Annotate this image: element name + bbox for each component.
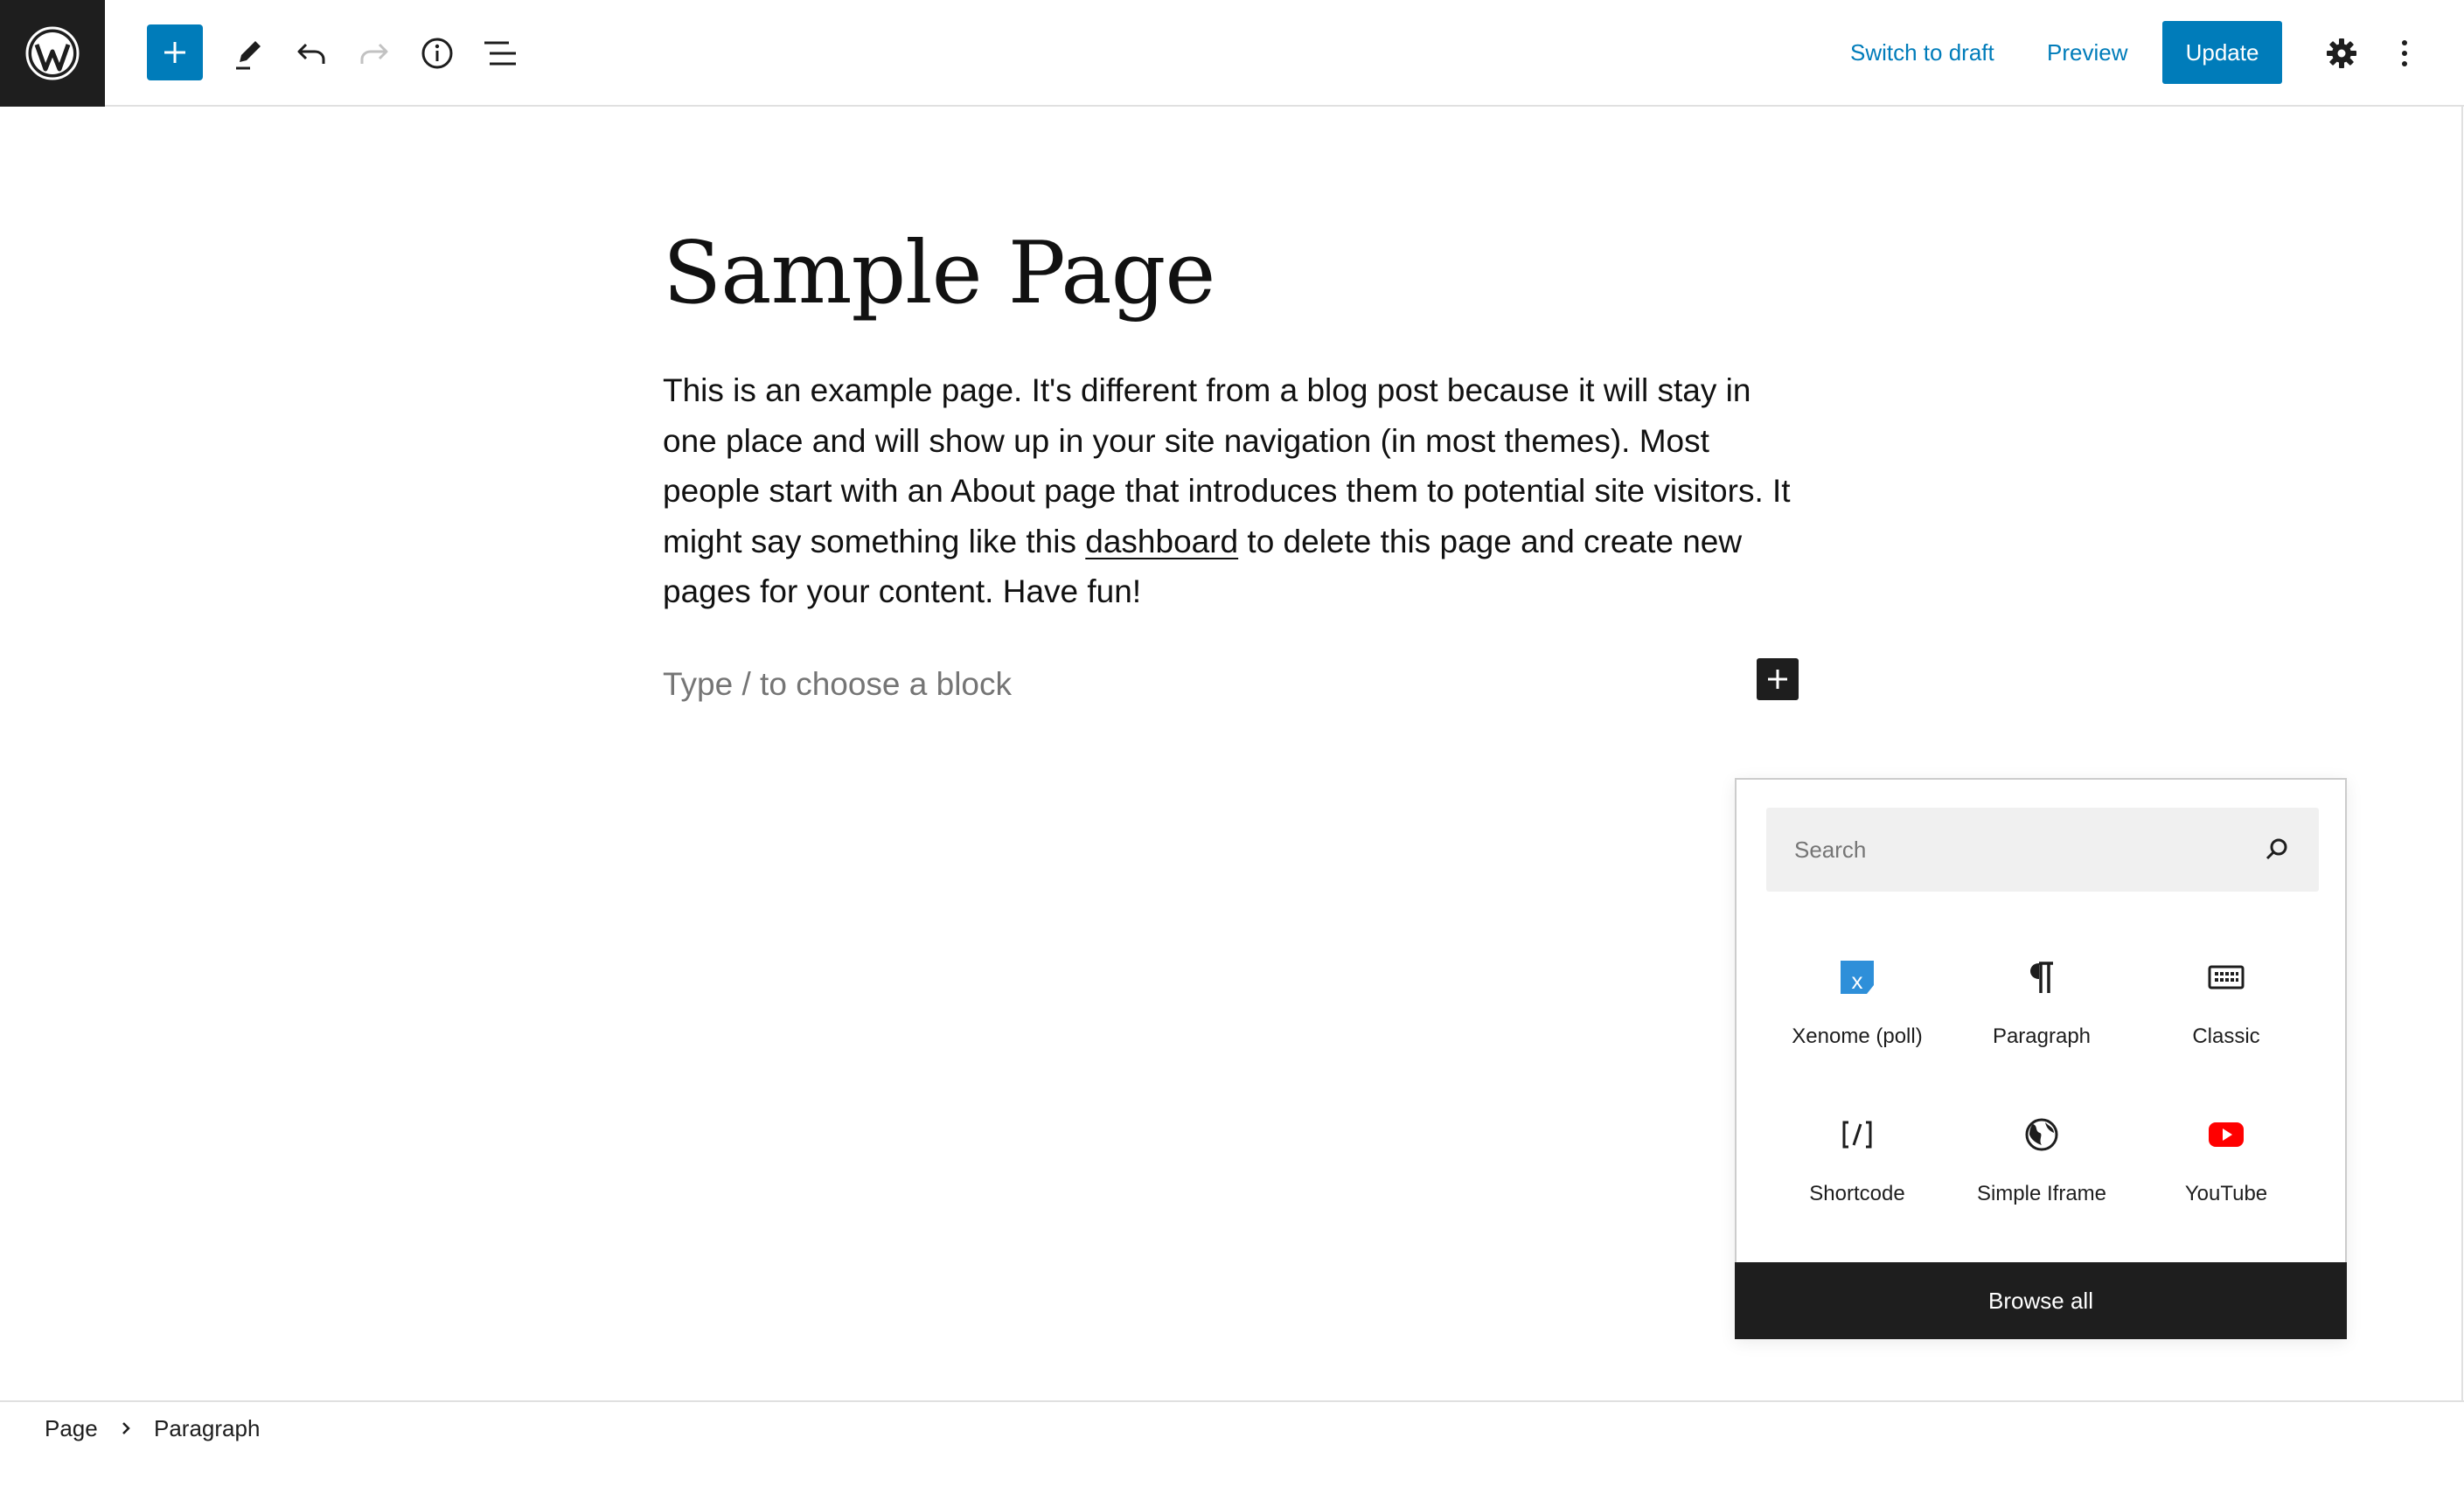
svg-text:x: x	[1852, 968, 1863, 994]
block-item-simple-iframe[interactable]: Simple Iframe	[1954, 1103, 2129, 1234]
dashboard-link[interactable]: dashboard	[1085, 524, 1238, 559]
wordpress-logo-button[interactable]	[0, 0, 105, 107]
switch-to-draft-button[interactable]: Switch to draft	[1850, 35, 1994, 70]
redo-icon	[360, 43, 388, 64]
editor-header: Switch to draft Preview Update	[0, 0, 2464, 107]
shortcode-icon	[1836, 1114, 1878, 1156]
block-inserter-toggle-button[interactable]	[147, 24, 203, 80]
undo-icon	[297, 43, 325, 64]
globe-icon	[2021, 1114, 2063, 1156]
keyboard-icon	[2205, 956, 2247, 998]
inline-block-inserter-button[interactable]	[1757, 658, 1799, 700]
paragraph-icon	[2021, 956, 2063, 998]
list-view-icon	[484, 41, 516, 66]
canvas-divider	[2461, 107, 2463, 1400]
block-item-label: Shortcode	[1809, 1182, 1905, 1205]
pencil-icon	[236, 41, 261, 70]
chevron-right-icon	[122, 1422, 130, 1434]
block-item-shortcode[interactable]: Shortcode	[1770, 1103, 1945, 1234]
block-item-label: YouTube	[2184, 1182, 2268, 1205]
block-item-xenome-poll[interactable]: x Xenome (poll)	[1770, 946, 1945, 1077]
wordpress-logo-icon	[25, 26, 80, 80]
tools-edit-button[interactable]	[222, 27, 275, 80]
block-item-classic[interactable]: Classic	[2139, 946, 2314, 1077]
redo-button[interactable]	[348, 27, 400, 80]
preview-button[interactable]: Preview	[2047, 35, 2127, 70]
settings-button[interactable]	[2315, 27, 2368, 80]
update-button[interactable]: Update	[2162, 21, 2282, 84]
details-button[interactable]	[411, 27, 463, 80]
undo-button[interactable]	[285, 27, 338, 80]
empty-block-placeholder[interactable]: Type / to choose a block	[663, 663, 1012, 706]
gear-icon	[2327, 38, 2356, 68]
plus-icon	[1768, 670, 1787, 689]
block-breadcrumb-bar: Page Paragraph	[0, 1400, 2464, 1500]
block-item-label: Simple Iframe	[1976, 1182, 2107, 1205]
youtube-icon	[2205, 1114, 2247, 1156]
quick-inserter-popover: x Xenome (poll) Paragraph Classic	[1735, 778, 2347, 1339]
plus-icon	[164, 42, 185, 63]
inserter-search-input[interactable]	[1766, 808, 2256, 892]
block-item-youtube[interactable]: YouTube	[2139, 1103, 2314, 1234]
block-item-label: Classic	[2192, 1024, 2260, 1048]
search-icon	[2261, 834, 2293, 865]
post-title[interactable]: Sample Page	[663, 217, 1215, 330]
list-view-button[interactable]	[474, 27, 526, 80]
block-item-label: Xenome (poll)	[1792, 1024, 1923, 1048]
info-icon	[421, 38, 453, 69]
breadcrumb-item-paragraph[interactable]: Paragraph	[154, 1411, 260, 1446]
options-menu-button[interactable]	[2378, 27, 2431, 80]
block-item-label: Paragraph	[1992, 1024, 2092, 1048]
breadcrumb-item-page[interactable]: Page	[45, 1411, 98, 1446]
block-item-paragraph[interactable]: Paragraph	[1954, 946, 2129, 1077]
xenome-poll-icon: x	[1836, 956, 1878, 998]
browse-all-button[interactable]: Browse all	[1735, 1262, 2347, 1339]
paragraph-block[interactable]: This is an example page. It's different …	[663, 365, 1808, 617]
more-vertical-icon	[2402, 40, 2407, 66]
inserter-search	[1766, 808, 2319, 892]
